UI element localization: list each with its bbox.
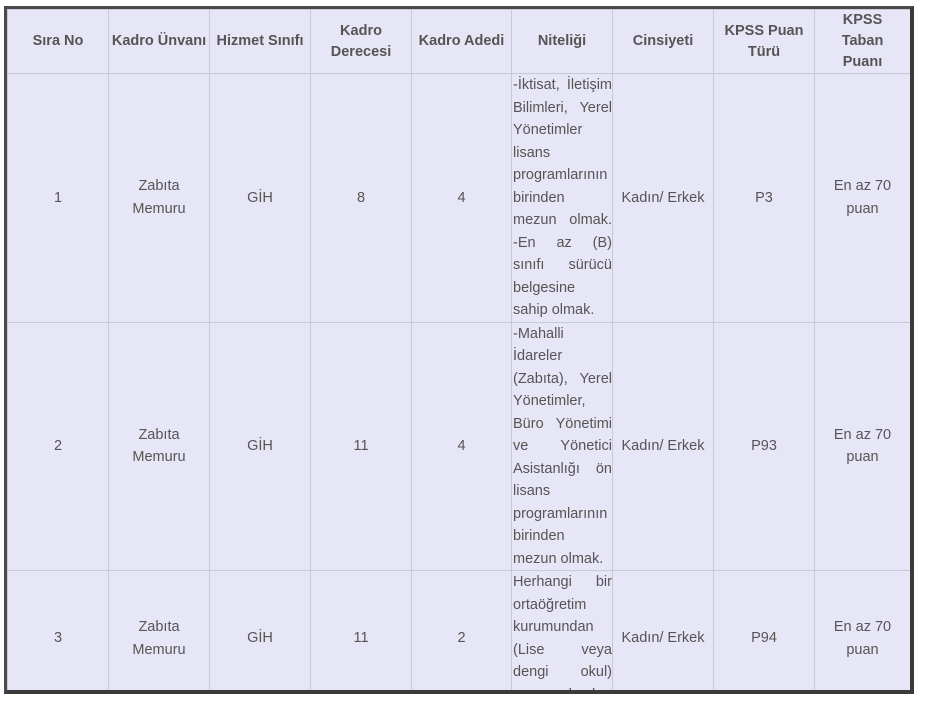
cell-kadro-unvani: Zabıta Memuru	[108, 321, 210, 571]
cell-cinsiyeti: Kadın/ Erkek	[612, 321, 714, 571]
header-hizmet-sinifi: Hizmet Sınıfı	[209, 9, 311, 74]
cell-niteligi: -İktisat, İletişim Bilimleri, Yerel Yöne…	[511, 73, 613, 323]
cell-niteligi: Herhangi bir ortaöğretim kurumundan (Lis…	[511, 570, 613, 690]
cell-hizmet-sinifi: GİH	[209, 570, 311, 690]
header-sira-no: Sıra No	[7, 9, 109, 74]
cell-hizmet-sinifi: GİH	[209, 321, 311, 571]
cell-kadro-adedi: 4	[411, 321, 512, 571]
header-niteligi: Niteliği	[511, 9, 613, 74]
table-row: 3 Zabıta Memuru GİH 11 2 Herhangi bir or…	[7, 570, 910, 690]
cell-kadro-adedi: 4	[411, 73, 512, 323]
cell-kadro-derecesi: 8	[310, 73, 412, 323]
cell-cinsiyeti: Kadın/ Erkek	[612, 570, 714, 690]
cell-sira-no: 2	[7, 321, 109, 571]
header-kadro-unvani: Kadro Ünvanı	[108, 9, 210, 74]
table-row: 1 Zabıta Memuru GİH 8 4 -İktisat, İletiş…	[7, 73, 910, 323]
header-kadro-derecesi: Kadro Derecesi	[310, 9, 412, 74]
cell-kadro-unvani: Zabıta Memuru	[108, 73, 210, 323]
cell-kadro-adedi: 2	[411, 570, 512, 690]
table-row: 2 Zabıta Memuru GİH 11 4 -Mahalli İdarel…	[7, 321, 910, 571]
cell-sira-no: 3	[7, 570, 109, 690]
cell-niteligi: -Mahalli İdareler (Zabıta), Yerel Yöneti…	[511, 321, 613, 571]
header-cinsiyeti: Cinsiyeti	[612, 9, 714, 74]
cell-kadro-derecesi: 11	[310, 321, 412, 571]
cell-kpss-taban-puani: En az 70 puan	[814, 321, 910, 571]
cell-kpss-puan-turu: P94	[713, 570, 815, 690]
header-kpss-puan-turu: KPSS Puan Türü	[713, 9, 815, 74]
cell-sira-no: 1	[7, 73, 109, 323]
header-kadro-adedi: Kadro Adedi	[411, 9, 512, 74]
cell-hizmet-sinifi: GİH	[209, 73, 311, 323]
cell-kadro-derecesi: 11	[310, 570, 412, 690]
cell-kpss-taban-puani: En az 70 puan	[814, 570, 910, 690]
header-kpss-taban-puani: KPSS Taban Puanı	[814, 9, 910, 74]
kadro-table: Sıra No Kadro Ünvanı Hizmet Sınıfı Kadro…	[7, 9, 910, 690]
header-row: Sıra No Kadro Ünvanı Hizmet Sınıfı Kadro…	[7, 9, 910, 74]
cell-kadro-unvani: Zabıta Memuru	[108, 570, 210, 690]
cell-kpss-taban-puani: En az 70 puan	[814, 73, 910, 323]
cell-kpss-puan-turu: P3	[713, 73, 815, 323]
cell-kpss-puan-turu: P93	[713, 321, 815, 571]
table-frame: Sıra No Kadro Ünvanı Hizmet Sınıfı Kadro…	[4, 6, 914, 694]
cell-cinsiyeti: Kadın/ Erkek	[612, 73, 714, 323]
